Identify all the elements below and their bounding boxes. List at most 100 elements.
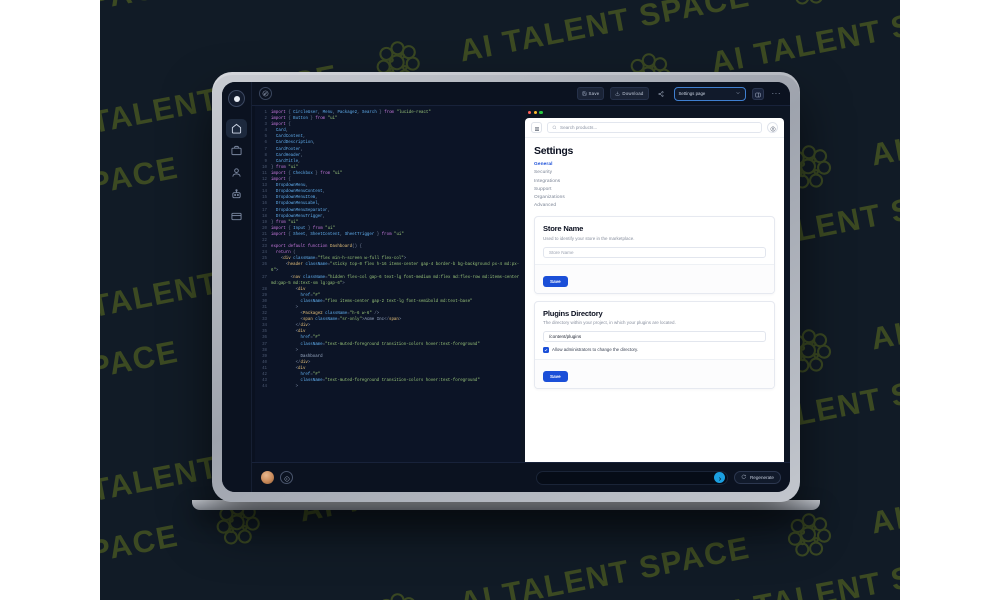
app-toolbar: Save Download Settings page ···: [252, 82, 790, 106]
app-sidebar-rail: [222, 82, 252, 492]
card-footer: Save: [535, 358, 774, 388]
sidebar-item-billing[interactable]: [226, 207, 247, 226]
card-title: Plugins Directory: [543, 308, 603, 318]
circle-user-button[interactable]: [767, 122, 778, 134]
search-icon: [552, 125, 557, 131]
line-content: <header className="sticky top-0 flex h-1…: [271, 263, 520, 274]
save-icon: [581, 91, 587, 96]
plus-circle-icon: [284, 469, 290, 487]
sidebar-item-projects[interactable]: [226, 141, 247, 160]
preview-browser: Search products... Settings General Secu…: [525, 118, 784, 462]
brain-icon: [367, 587, 431, 600]
save-button[interactable]: Save: [543, 275, 568, 287]
editor-preview-split: 1 import { CircleUser, Menu, Package2, Se…: [252, 106, 790, 462]
line-number: 26: [262, 263, 267, 268]
user-icon: [231, 167, 242, 178]
page-title: Settings: [534, 145, 574, 158]
code-line: 44 >: [257, 384, 521, 390]
code-editor-pane[interactable]: 1 import { CircleUser, Menu, Package2, Se…: [252, 106, 521, 462]
window-traffic-lights[interactable]: [525, 111, 784, 118]
window-dot[interactable]: [533, 111, 537, 115]
watermark-text: AI TALENT SPACE: [100, 517, 182, 600]
settings-nav-item-organizations[interactable]: Organizations: [534, 195, 775, 200]
app-logo-icon[interactable]: [228, 90, 245, 107]
settings-nav: General Security Integrations Support Organi…: [534, 162, 775, 208]
panel-layout-button[interactable]: [751, 85, 764, 103]
save-button[interactable]: Save: [576, 87, 605, 100]
text-input[interactable]: /content/plugins: [543, 331, 766, 343]
settings-card: Store Name Used to identify your store i…: [534, 216, 775, 294]
checkbox-checked-icon[interactable]: [543, 347, 549, 353]
card-footer: Save: [535, 263, 774, 293]
search-input[interactable]: Search products...: [547, 122, 762, 134]
card-title: Store Name: [543, 224, 584, 234]
more-menu-button[interactable]: ···: [770, 89, 784, 98]
plus-circle-button[interactable]: [280, 471, 293, 484]
brain-icon: [207, 0, 271, 1]
page-select-value: Settings page: [678, 91, 706, 96]
code-line: 26 <header className="sticky top-0 flex …: [257, 262, 521, 274]
card-description: Used to identify your store in the marke…: [543, 235, 635, 241]
briefcase-icon: [231, 145, 242, 156]
sidebar-item-account[interactable]: [226, 163, 247, 182]
watermark-text: AI TALENT SPACE: [100, 333, 182, 425]
checkbox-label: Allow administrators to change the direc…: [552, 347, 639, 353]
code-lines: 1 import { CircleUser, Menu, Package2, Se…: [252, 110, 521, 390]
download-label: Download: [622, 91, 644, 96]
line-content: <nav className="hidden flex-col gap-6 te…: [271, 275, 520, 286]
settings-nav-item-integrations[interactable]: Integrations: [534, 179, 775, 184]
settings-cards: Store Name Used to identify your store i…: [534, 216, 775, 396]
right-gutter: [900, 0, 1000, 600]
live-preview-pane: Search products... Settings General Secu…: [521, 106, 790, 462]
code-line: 27 <nav className="hidden flex-col gap-6…: [257, 275, 521, 287]
hamburger-menu-icon: [534, 119, 540, 137]
chevron-down-icon: [735, 90, 741, 97]
share-button[interactable]: [655, 87, 668, 100]
watermark-text: AI TALENT SPACE: [100, 149, 182, 241]
device-screen: Save Download Settings page ··· 1 import…: [222, 82, 790, 492]
panel-layout-icon: [755, 85, 761, 103]
window-dot[interactable]: [528, 111, 532, 115]
left-gutter: [0, 0, 100, 600]
regenerate-label: Regenerate: [749, 475, 774, 480]
card-body: Plugins Directory The directory within y…: [535, 302, 774, 359]
circle-user-icon: [770, 119, 776, 137]
search-placeholder: Search products...: [560, 125, 598, 131]
card-body: Store Name Used to identify your store i…: [535, 217, 774, 264]
watermark-text: AI TALENT SPACE: [707, 0, 900, 81]
watermark-text: AI TALENT SPACE: [867, 266, 900, 357]
refresh-icon: [741, 474, 747, 481]
page-select[interactable]: Settings page: [673, 86, 746, 101]
text-input[interactable]: Store Name: [543, 246, 766, 258]
user-avatar[interactable]: [261, 471, 274, 484]
compass-icon[interactable]: [259, 87, 272, 100]
settings-nav-item-support[interactable]: Support: [534, 187, 775, 192]
checkbox-row[interactable]: Allow administrators to change the direc…: [543, 347, 766, 353]
download-button[interactable]: Download: [610, 87, 649, 100]
send-button[interactable]: [714, 472, 726, 483]
regenerate-button[interactable]: Regenerate: [734, 471, 781, 484]
chat-bar: Regenerate: [252, 462, 790, 492]
sidebar-item-agents[interactable]: [226, 185, 247, 204]
robot-icon: [231, 189, 242, 200]
settings-nav-item-security[interactable]: Security: [534, 170, 775, 175]
tablet-device-frame: Save Download Settings page ··· 1 import…: [212, 72, 800, 502]
download-icon: [615, 91, 620, 96]
preview-topbar: Search products...: [525, 118, 784, 139]
line-number: 27: [262, 275, 267, 280]
hamburger-menu-button[interactable]: [531, 122, 542, 134]
settings-nav-item-general[interactable]: General: [534, 162, 775, 167]
watermark-text: AI TALENT SPACE: [100, 0, 182, 57]
send-arrow-icon: [717, 469, 723, 487]
settings-nav-item-advanced[interactable]: Advanced: [534, 203, 775, 208]
watermark-text: AI TALENT SPACE: [867, 450, 900, 541]
line-content: >: [295, 385, 299, 390]
home-icon: [231, 123, 242, 134]
preview-page-body: Settings General Security Integrations Supp…: [525, 138, 784, 462]
card-description: The directory within your project, in wh…: [543, 320, 676, 326]
save-button[interactable]: Save: [543, 370, 568, 382]
chat-input[interactable]: [536, 470, 729, 485]
sidebar-item-home[interactable]: [226, 119, 247, 138]
app-main: Save Download Settings page ··· 1 import…: [252, 82, 790, 492]
window-dot[interactable]: [539, 111, 543, 115]
